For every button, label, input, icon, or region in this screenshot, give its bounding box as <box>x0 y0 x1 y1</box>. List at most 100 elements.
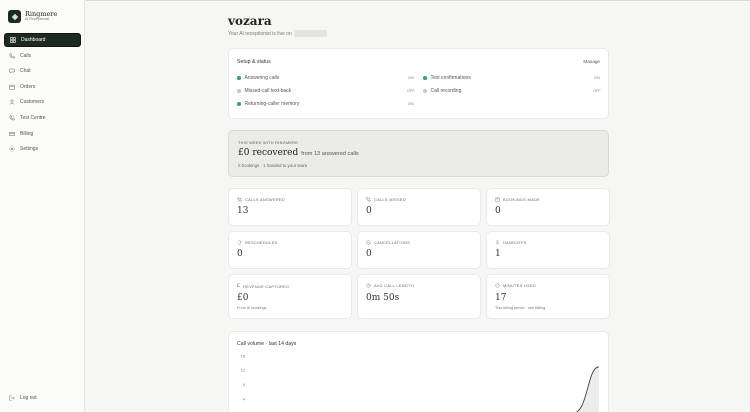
refresh-icon <box>237 240 242 245</box>
sidebar-item-label: Chat <box>20 68 31 75</box>
redacted-phone-number <box>293 30 327 37</box>
weekly-summary-foot: 0 bookings · 1 handed to your team <box>238 163 308 168</box>
calendar-icon <box>495 197 500 202</box>
user-icon <box>495 240 500 245</box>
status-label: Missed-call text-back <box>244 88 292 94</box>
status-label: Text confirmations <box>430 75 471 81</box>
sidebar-item-orders[interactable]: Orders <box>4 80 81 94</box>
stat-value: £0 <box>237 293 249 303</box>
stat-bookings-made: BOOKINGS MADE 0 <box>486 188 610 226</box>
sidebar-item-label: Test Centre <box>20 114 46 121</box>
y-tick-label: 8 <box>243 383 245 387</box>
stat-value: 0 <box>366 249 372 259</box>
stat-value: 0 <box>495 206 501 216</box>
status-value: OFF <box>593 89 601 93</box>
y-tick-label: 16 <box>241 354 245 358</box>
sidebar-nav: Dashboard Calls Chat Orders Customers Te… <box>4 33 81 158</box>
logout-label: Log out <box>20 395 37 401</box>
user-icon <box>9 99 15 105</box>
stat-value: 0 <box>366 206 372 216</box>
stat-value: 13 <box>237 206 249 216</box>
sidebar-item-dashboard[interactable]: Dashboard <box>4 33 81 47</box>
sidebar-item-label: Billing <box>20 130 34 137</box>
status-value: OFF <box>407 89 415 93</box>
setup-status-card: Setup & status Manage Answering calls ON… <box>228 48 609 119</box>
phone-incoming-icon <box>237 197 242 202</box>
status-dot-on <box>237 102 241 106</box>
status-text-confirmations: Text confirmations <box>423 74 471 82</box>
sidebar-item-calls[interactable]: Calls <box>4 49 81 63</box>
status-dot-off <box>423 89 427 93</box>
stat-calls-missed: CALLS MISSED 0 <box>357 188 481 226</box>
status-value: ON <box>408 76 414 80</box>
stat-label: CALLS MISSED <box>374 197 406 202</box>
sidebar: Ringmere AI Receptionist Dashboard Calls… <box>0 0 85 412</box>
brand-logo-icon <box>8 10 21 23</box>
brand[interactable]: Ringmere AI Receptionist <box>8 10 57 23</box>
sidebar-item-test-centre[interactable]: Test Centre <box>4 111 81 125</box>
chat-icon <box>9 68 15 74</box>
stat-label: HANDOFFS <box>503 240 527 245</box>
y-tick-label: 4 <box>243 398 245 402</box>
manage-link[interactable]: Manage <box>583 59 600 64</box>
stat-label: AVG CALL LENGTH <box>374 283 414 288</box>
sidebar-item-customers[interactable]: Customers <box>4 95 81 109</box>
stat-calls-answered: CALLS ANSWERED 13 <box>228 188 352 226</box>
stat-value: 0 <box>237 249 243 259</box>
gauge-icon <box>495 283 500 288</box>
gear-icon <box>9 146 15 152</box>
call-volume-line <box>575 366 600 412</box>
stat-value: 1 <box>495 249 501 259</box>
sidebar-item-chat[interactable]: Chat <box>4 64 81 78</box>
logout-button[interactable]: Log out <box>9 395 37 401</box>
sidebar-item-billing[interactable]: Billing <box>4 127 81 141</box>
stat-label: REVENUE CAPTURED <box>243 283 290 289</box>
status-dot-on <box>237 76 241 80</box>
page-subtitle: Your AI receptionist is live on <box>228 30 327 37</box>
recovered-detail: from 13 answered calls <box>301 151 359 157</box>
sidebar-item-label: Calls <box>20 52 32 59</box>
stat-reschedules: RESCHEDULES 0 <box>228 231 352 269</box>
status-value: ON <box>594 76 600 80</box>
page-title: vozara <box>228 14 272 28</box>
status-dot-on <box>423 76 427 80</box>
sidebar-item-settings[interactable]: Settings <box>4 142 81 156</box>
status-label: Call recording <box>430 88 462 94</box>
sidebar-item-label: Settings <box>20 146 39 153</box>
pound-icon: £ <box>237 283 241 289</box>
stat-cancellations: CANCELLATIONS 0 <box>357 231 481 269</box>
sidebar-item-label: Dashboard <box>21 37 46 43</box>
status-dot-off <box>237 89 241 93</box>
weekly-summary-card: THIS WEEK WITH RINGMERE £0 recovered fro… <box>228 130 609 177</box>
card-icon <box>9 131 15 136</box>
calendar-icon <box>9 84 15 90</box>
weekly-summary-label: THIS WEEK WITH RINGMERE <box>238 141 299 145</box>
stat-minutes-used: MINUTES USED 17 This billing period · se… <box>486 274 610 319</box>
call-volume-chart-card: Call volume · last 14 days 16 12 8 4 <box>228 331 609 412</box>
status-returning-caller-memory: Returning-caller memory <box>237 100 299 108</box>
brand-subtitle: AI Receptionist <box>25 17 50 22</box>
stat-label: MINUTES USED <box>503 283 536 288</box>
logout-icon <box>9 395 15 401</box>
status-call-recording: Call recording <box>423 87 461 95</box>
stat-foot: From AI bookings <box>237 306 267 310</box>
stat-label: CALLS ANSWERED <box>245 197 285 202</box>
stat-label: RESCHEDULES <box>245 240 278 245</box>
status-label: Answering calls <box>244 75 280 81</box>
phone-missed-icon <box>366 197 371 202</box>
phone-test-icon <box>9 115 15 121</box>
setup-title: Setup & status <box>237 59 271 65</box>
stat-value: 0m 50s <box>366 293 400 303</box>
clock-icon <box>366 283 371 288</box>
sidebar-item-label: Customers <box>20 99 45 106</box>
stat-avg-call-length: AVG CALL LENGTH 0m 50s <box>357 274 481 319</box>
status-value: ON <box>408 102 414 106</box>
status-label: Returning-caller memory <box>244 101 300 107</box>
stat-handoffs: HANDOFFS 1 <box>486 231 610 269</box>
sidebar-item-label: Orders <box>20 83 36 90</box>
stat-label: BOOKINGS MADE <box>503 197 540 202</box>
stat-revenue-captured: £ REVENUE CAPTURED £0 From AI bookings <box>228 274 352 319</box>
status-answering-calls: Answering calls <box>237 74 279 82</box>
phone-icon <box>9 53 15 58</box>
stat-value: 17 <box>495 293 507 303</box>
